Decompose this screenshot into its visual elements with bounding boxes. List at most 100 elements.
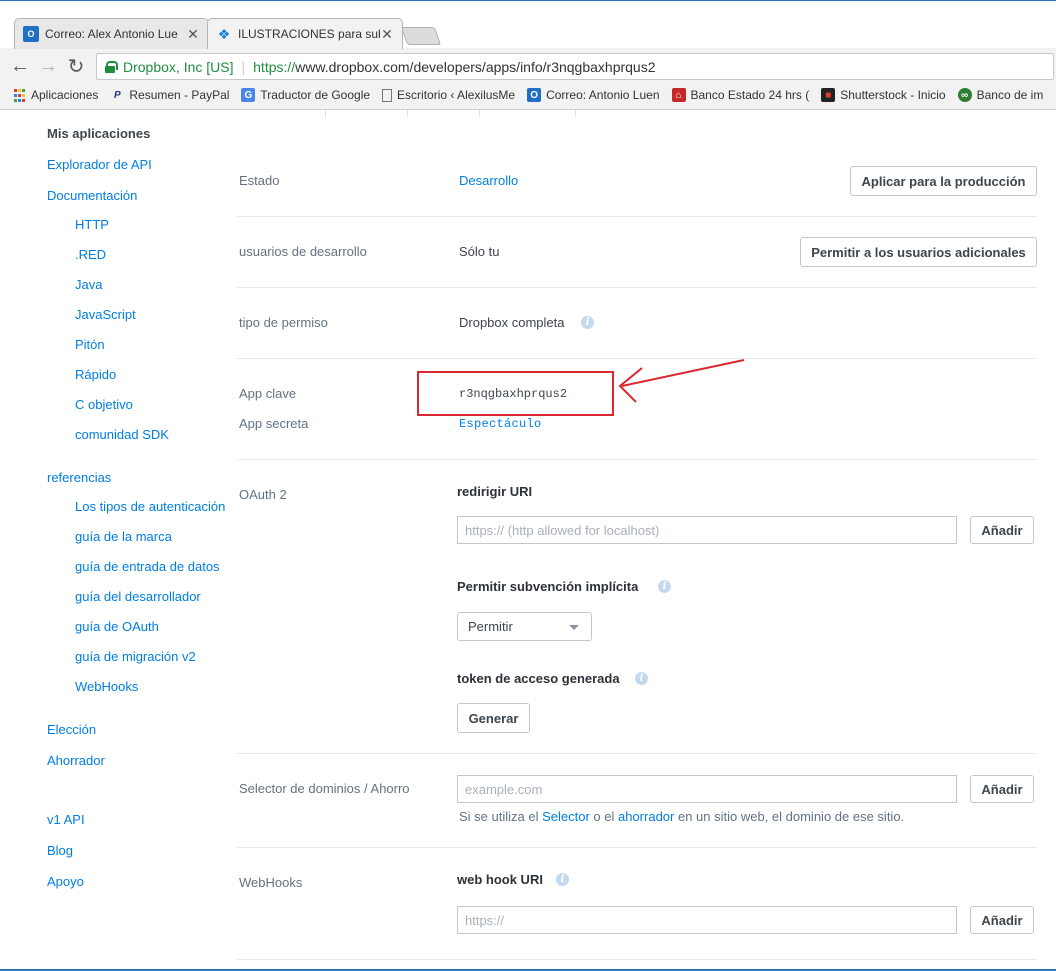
sidebar-item-java[interactable]: Java bbox=[75, 277, 102, 292]
sidebar-item-auth-types[interactable]: Los tipos de autenticación bbox=[75, 499, 225, 514]
google-translate-icon: G bbox=[241, 88, 256, 102]
bookmark-escritorio[interactable]: Escritorio ‹ AlexilusMe bbox=[382, 88, 515, 102]
close-icon[interactable]: ✕ bbox=[380, 26, 394, 43]
sidebar-item-v1-api[interactable]: v1 API bbox=[47, 812, 85, 827]
row-divider bbox=[237, 753, 1037, 754]
add-webhook-button[interactable]: Añadir bbox=[970, 906, 1034, 934]
help-text-part: en un sitio web, el dominio de ese sitio… bbox=[674, 809, 905, 824]
bookmark-label: Correo: Antonio Luen bbox=[546, 88, 660, 102]
sidebar-item-support[interactable]: Apoyo bbox=[47, 874, 84, 889]
allow-additional-users-button[interactable]: Permitir a los usuarios adicionales bbox=[800, 237, 1037, 267]
sidebar-item-branding-guide[interactable]: guía de la marca bbox=[75, 529, 172, 544]
apps-grid-icon bbox=[12, 88, 26, 102]
page-icon bbox=[382, 88, 393, 102]
sidebar-item-chooser[interactable]: Elección bbox=[47, 722, 96, 737]
bank-images-icon: ∞ bbox=[957, 88, 972, 102]
app-secret-show-link[interactable]: Espectáculo bbox=[459, 417, 542, 431]
bookmark-banco-imagenes[interactable]: ∞ Banco de im bbox=[957, 88, 1044, 102]
bookmark-shutterstock[interactable]: ■ Shutterstock - Inicio bbox=[821, 88, 946, 102]
redirect-uri-input[interactable] bbox=[465, 522, 956, 538]
close-icon[interactable]: ✕ bbox=[186, 26, 200, 43]
dropbox-icon: ❖ bbox=[217, 25, 231, 42]
status-label: Estado bbox=[239, 173, 280, 188]
domain-field[interactable] bbox=[457, 775, 957, 803]
row-divider bbox=[237, 847, 1037, 848]
lock-icon bbox=[105, 60, 118, 73]
sidebar-item-community-sdk[interactable]: comunidad SDK bbox=[75, 427, 169, 442]
saver-link[interactable]: ahorrador bbox=[618, 809, 674, 824]
paypal-icon: P bbox=[114, 89, 121, 101]
sidebar-item-javascript[interactable]: JavaScript bbox=[75, 307, 136, 322]
tab-dropbox[interactable]: ❖ ILUSTRACIONES para sub ✕ bbox=[207, 18, 403, 49]
status-value[interactable]: Desarrollo bbox=[459, 173, 518, 188]
row-divider bbox=[237, 959, 1037, 960]
bookmark-label: Banco Estado 24 hrs ( bbox=[690, 88, 810, 102]
sidebar-item-developer-guide[interactable]: guía del desarrollador bbox=[75, 589, 201, 604]
info-icon[interactable]: i bbox=[556, 873, 569, 886]
row-divider bbox=[237, 216, 1037, 217]
bookmark-label: Resumen - PayPal bbox=[129, 88, 230, 102]
row-divider bbox=[237, 459, 1037, 460]
dev-users-value: Sólo tu bbox=[459, 244, 500, 259]
sidebar-item-mis-aplicaciones[interactable]: Mis aplicaciones bbox=[47, 126, 150, 141]
annotation-arrow bbox=[618, 359, 745, 403]
bookmark-translate[interactable]: G Traductor de Google bbox=[241, 88, 370, 102]
implicit-grant-title: Permitir subvención implícita bbox=[457, 579, 639, 594]
chooser-domains-label: Selector de dominios / Ahorro bbox=[239, 781, 410, 796]
webhook-uri-input[interactable] bbox=[465, 912, 956, 928]
sidebar-item-data-ingress-guide[interactable]: guía de entrada de datos bbox=[75, 559, 220, 574]
sidebar-item-referencias[interactable]: referencias bbox=[47, 470, 111, 485]
domain-help-text: Si se utiliza el Selector o el ahorrador… bbox=[459, 809, 904, 824]
info-icon[interactable]: i bbox=[658, 580, 671, 593]
sidebar-item-python[interactable]: Pitón bbox=[75, 337, 105, 352]
add-domain-button[interactable]: Añadir bbox=[970, 775, 1034, 803]
tab-title: ILUSTRACIONES para sub bbox=[238, 27, 380, 41]
implicit-grant-select[interactable]: Permitir bbox=[457, 612, 592, 641]
outlook-icon: O bbox=[527, 88, 542, 102]
browser-toolbar: ← → ↻ Dropbox, Inc [US] | https:// www.d… bbox=[0, 48, 1056, 84]
bookmark-label: Banco de im bbox=[976, 88, 1044, 102]
sidebar-item-swift[interactable]: Rápido bbox=[75, 367, 116, 382]
sidebar-item-blog[interactable]: Blog bbox=[47, 843, 73, 858]
tab-outlook[interactable]: O Correo: Alex Antonio Lue ✕ bbox=[14, 18, 209, 49]
oauth2-label: OAuth 2 bbox=[239, 487, 287, 502]
sidebar-item-documentacion[interactable]: Documentación bbox=[47, 188, 137, 203]
new-tab-button[interactable] bbox=[400, 27, 442, 45]
generate-token-button[interactable]: Generar bbox=[457, 703, 530, 733]
reload-icon[interactable]: ↻ bbox=[62, 52, 90, 80]
redirect-uri-field[interactable] bbox=[457, 516, 957, 544]
app-tabs-remnant bbox=[237, 110, 637, 118]
sidebar-item-net[interactable]: .RED bbox=[75, 247, 106, 262]
help-text-part: o el bbox=[589, 809, 618, 824]
sidebar-item-saver[interactable]: Ahorrador bbox=[47, 753, 105, 768]
chooser-link[interactable]: Selector bbox=[542, 809, 590, 824]
sidebar-item-explorador-api[interactable]: Explorador de API bbox=[47, 157, 152, 172]
info-icon[interactable]: i bbox=[581, 316, 594, 329]
shutterstock-icon: ■ bbox=[821, 88, 836, 102]
outlook-icon: O bbox=[23, 26, 39, 42]
add-redirect-uri-button[interactable]: Añadir bbox=[970, 516, 1034, 544]
bookmark-correo[interactable]: O Correo: Antonio Luen bbox=[527, 88, 660, 102]
domain-input[interactable] bbox=[465, 781, 956, 797]
bookmark-apps[interactable]: Aplicaciones bbox=[12, 88, 98, 102]
webhook-uri-field[interactable] bbox=[457, 906, 957, 934]
back-arrow-icon[interactable]: ← bbox=[6, 52, 34, 80]
row-divider bbox=[237, 287, 1037, 288]
apply-production-button[interactable]: Aplicar para la producción bbox=[850, 166, 1037, 196]
info-icon[interactable]: i bbox=[635, 672, 648, 685]
sidebar-item-migration-guide[interactable]: guía de migración v2 bbox=[75, 649, 196, 664]
sidebar-item-oauth-guide[interactable]: guía de OAuth bbox=[75, 619, 159, 634]
forward-arrow-icon[interactable]: → bbox=[34, 52, 62, 80]
app-secret-label: App secreta bbox=[239, 416, 309, 431]
permission-type-value: Dropbox completa bbox=[459, 315, 565, 330]
bank-icon: ⌂ bbox=[671, 88, 686, 102]
sidebar-item-webhooks[interactable]: WebHooks bbox=[75, 679, 138, 694]
app-key-label: App clave bbox=[239, 386, 297, 401]
bookmark-label: Shutterstock - Inicio bbox=[840, 88, 946, 102]
separator: | bbox=[241, 58, 246, 75]
address-bar[interactable]: Dropbox, Inc [US] | https:// www.dropbox… bbox=[96, 53, 1054, 80]
bookmark-banco-estado[interactable]: ⌂ Banco Estado 24 hrs ( bbox=[671, 88, 810, 102]
bookmark-paypal[interactable]: P Resumen - PayPal bbox=[110, 88, 229, 102]
sidebar-item-http[interactable]: HTTP bbox=[75, 217, 109, 232]
sidebar-item-objective-c[interactable]: C objetivo bbox=[75, 397, 133, 412]
